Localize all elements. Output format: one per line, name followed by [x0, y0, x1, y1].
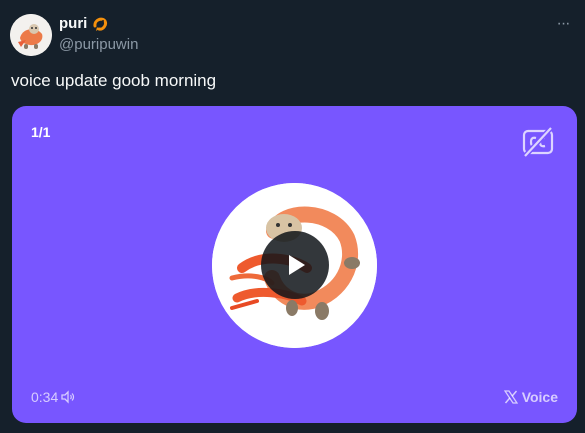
shrimp-emoji-icon: [93, 17, 108, 31]
play-button[interactable]: [261, 231, 329, 299]
x-logo-icon: [503, 390, 518, 404]
speaker-icon: [61, 390, 75, 404]
more-options-icon: ···: [556, 15, 571, 32]
avatar[interactable]: [10, 14, 52, 56]
captions-off-icon: [522, 126, 554, 158]
author-handle[interactable]: @puripuwin: [59, 36, 138, 53]
voice-source-label: Voice: [503, 389, 558, 405]
author-name-row: puri: [59, 15, 108, 32]
voice-label-text: Voice: [521, 389, 558, 405]
tweet: puri @puripuwin ··· voice update goob mo…: [0, 0, 585, 433]
voice-card[interactable]: 1/1 0:34 Voice: [12, 106, 577, 423]
duration-text: 0:34: [31, 389, 59, 405]
voice-duration: 0:34: [31, 389, 75, 405]
play-icon: [289, 255, 305, 275]
author-display-name[interactable]: puri: [59, 15, 87, 32]
more-options-button[interactable]: ···: [551, 12, 575, 36]
captions-toggle-button[interactable]: [521, 125, 555, 159]
voice-artwork-disc: [212, 183, 377, 348]
shrimp-avatar-icon: [10, 14, 52, 56]
media-counter: 1/1: [31, 124, 51, 140]
tweet-text: voice update goob morning: [11, 71, 217, 90]
